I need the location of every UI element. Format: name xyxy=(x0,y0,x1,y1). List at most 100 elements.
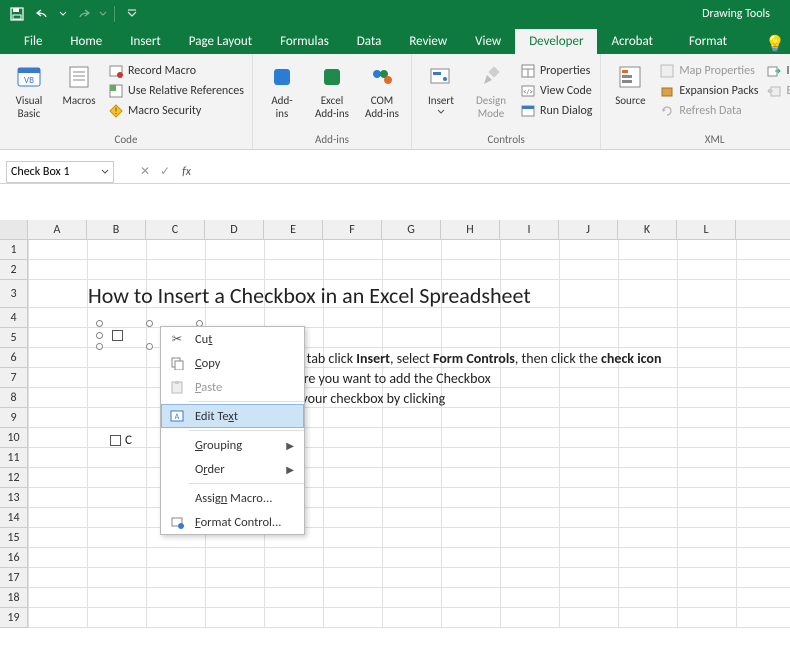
col-E[interactable]: E xyxy=(264,220,323,239)
expansion-packs-button[interactable]: Expansion Packs xyxy=(657,82,760,100)
row-1[interactable]: 1 xyxy=(0,240,28,260)
tab-review[interactable]: Review xyxy=(395,29,461,54)
save-icon[interactable] xyxy=(6,3,28,25)
undo-dropdown-icon[interactable] xyxy=(58,3,68,25)
use-relative-references-button[interactable]: Use Relative References xyxy=(106,82,246,100)
checkbox-control-2[interactable]: C xyxy=(110,433,132,448)
row-15[interactable]: 15 xyxy=(0,528,28,548)
row-3[interactable]: 3 xyxy=(0,280,28,308)
redo-icon[interactable] xyxy=(72,3,94,25)
name-box[interactable]: Check Box 1 xyxy=(6,161,114,183)
addins-button[interactable]: Add- ins xyxy=(259,60,305,120)
row-9[interactable]: 9 xyxy=(0,408,28,428)
import-button[interactable]: Import xyxy=(764,62,790,80)
com-addins-button[interactable]: COM Add-ins xyxy=(359,60,405,120)
format-control-icon xyxy=(169,514,185,530)
row-13[interactable]: 13 xyxy=(0,488,28,508)
row-5[interactable]: 5 xyxy=(0,328,28,348)
undo-icon[interactable] xyxy=(32,3,54,25)
tab-view[interactable]: View xyxy=(461,29,515,54)
col-K[interactable]: K xyxy=(618,220,677,239)
col-B[interactable]: B xyxy=(87,220,146,239)
design-mode-icon xyxy=(476,62,506,92)
row-18[interactable]: 18 xyxy=(0,588,28,608)
ribbon-group-code-label: Code xyxy=(6,131,246,149)
refresh-data-button: Refresh Data xyxy=(657,102,760,120)
export-button: Export xyxy=(764,82,790,100)
view-code-button[interactable]: </>View Code xyxy=(518,82,594,100)
row-16[interactable]: 16 xyxy=(0,548,28,568)
run-dialog-button[interactable]: Run Dialog xyxy=(518,102,594,120)
col-J[interactable]: J xyxy=(559,220,618,239)
cell-line-6: loper tab click Insert, select Form Cont… xyxy=(273,350,661,367)
row-19[interactable]: 19 xyxy=(0,608,28,628)
record-macro-button[interactable]: Record Macro xyxy=(106,62,246,80)
ribbon-group-addins: Add- ins Excel Add-ins COM Add-ins Add-i… xyxy=(253,54,412,149)
tab-page-layout[interactable]: Page Layout xyxy=(175,29,266,54)
macros-button[interactable]: Macros xyxy=(56,60,102,107)
row-6[interactable]: 6 xyxy=(0,348,28,368)
col-I[interactable]: I xyxy=(500,220,559,239)
formula-input[interactable] xyxy=(199,161,790,183)
map-properties-icon xyxy=(659,63,675,79)
row-14[interactable]: 14 xyxy=(0,508,28,528)
tab-acrobat[interactable]: Acrobat xyxy=(597,29,667,54)
tab-home[interactable]: Home xyxy=(56,29,116,54)
cancel-formula-icon[interactable]: ✕ xyxy=(140,164,150,179)
tab-insert[interactable]: Insert xyxy=(116,29,175,54)
checkbox-label: C xyxy=(125,433,132,448)
row-12[interactable]: 12 xyxy=(0,468,28,488)
design-mode-button[interactable]: Design Mode xyxy=(468,60,514,120)
title-bar: Drawing Tools xyxy=(0,0,790,28)
col-L[interactable]: L xyxy=(677,220,736,239)
context-copy[interactable]: Copy xyxy=(161,351,304,375)
row-10[interactable]: 10 xyxy=(0,428,28,448)
row-2[interactable]: 2 xyxy=(0,260,28,280)
tab-developer[interactable]: Developer xyxy=(515,29,597,54)
context-edit-text[interactable]: A Edit Text xyxy=(161,404,304,428)
accept-formula-icon[interactable]: ✓ xyxy=(160,164,170,179)
context-order[interactable]: Order ▶ xyxy=(161,457,304,481)
ribbon-group-code: VB Visual Basic Macros Record Macro Use … xyxy=(0,54,253,149)
col-H[interactable]: H xyxy=(441,220,500,239)
tab-format[interactable]: Format xyxy=(675,29,741,54)
chevron-down-icon[interactable] xyxy=(101,168,109,176)
ribbon-group-controls-label: Controls xyxy=(418,131,594,149)
expansion-packs-icon xyxy=(659,83,675,99)
qat-customize-icon[interactable] xyxy=(121,3,143,25)
excel-addins-button[interactable]: Excel Add-ins xyxy=(309,60,355,120)
context-assign-macro[interactable]: Assign Macro... xyxy=(161,486,304,510)
row-8[interactable]: 8 xyxy=(0,388,28,408)
context-format-control[interactable]: Format Control... xyxy=(161,510,304,534)
context-cut[interactable]: ✂ Cut xyxy=(161,327,304,351)
ribbon-group-controls: Insert Design Mode Properties </>View Co… xyxy=(412,54,601,149)
redo-dropdown-icon[interactable] xyxy=(98,3,108,25)
col-G[interactable]: G xyxy=(382,220,441,239)
context-grouping[interactable]: Grouping ▶ xyxy=(161,433,304,457)
row-4[interactable]: 4 xyxy=(0,308,28,328)
insert-control-button[interactable]: Insert xyxy=(418,60,464,115)
fx-label: fx xyxy=(182,165,199,179)
tab-file[interactable]: File xyxy=(10,29,56,54)
visual-basic-button[interactable]: VB Visual Basic xyxy=(6,60,52,120)
properties-button[interactable]: Properties xyxy=(518,62,594,80)
row-11[interactable]: 11 xyxy=(0,448,28,468)
row-17[interactable]: 17 xyxy=(0,568,28,588)
select-all-corner[interactable] xyxy=(0,220,28,239)
col-D[interactable]: D xyxy=(205,220,264,239)
spreadsheet-grid[interactable]: A B C D E F G H I J K L 1 2 3 4 5 6 7 8 … xyxy=(0,220,790,628)
col-F[interactable]: F xyxy=(323,220,382,239)
source-button[interactable]: Source xyxy=(607,60,653,107)
context-menu: ✂ Cut Copy Paste A Edit Text Grouping ▶ … xyxy=(160,326,305,535)
col-C[interactable]: C xyxy=(146,220,205,239)
row-7[interactable]: 7 xyxy=(0,368,28,388)
tab-data[interactable]: Data xyxy=(343,29,396,54)
tell-me-icon[interactable]: 💡 xyxy=(760,34,790,54)
ribbon: VB Visual Basic Macros Record Macro Use … xyxy=(0,54,790,150)
com-addins-icon xyxy=(367,62,397,92)
macro-security-button[interactable]: !Macro Security xyxy=(106,102,246,120)
svg-text:</>: </> xyxy=(523,87,533,96)
tab-formulas[interactable]: Formulas xyxy=(266,29,343,54)
ribbon-group-xml: Source Map Properties Expansion Packs Re… xyxy=(601,54,790,149)
col-A[interactable]: A xyxy=(28,220,87,239)
